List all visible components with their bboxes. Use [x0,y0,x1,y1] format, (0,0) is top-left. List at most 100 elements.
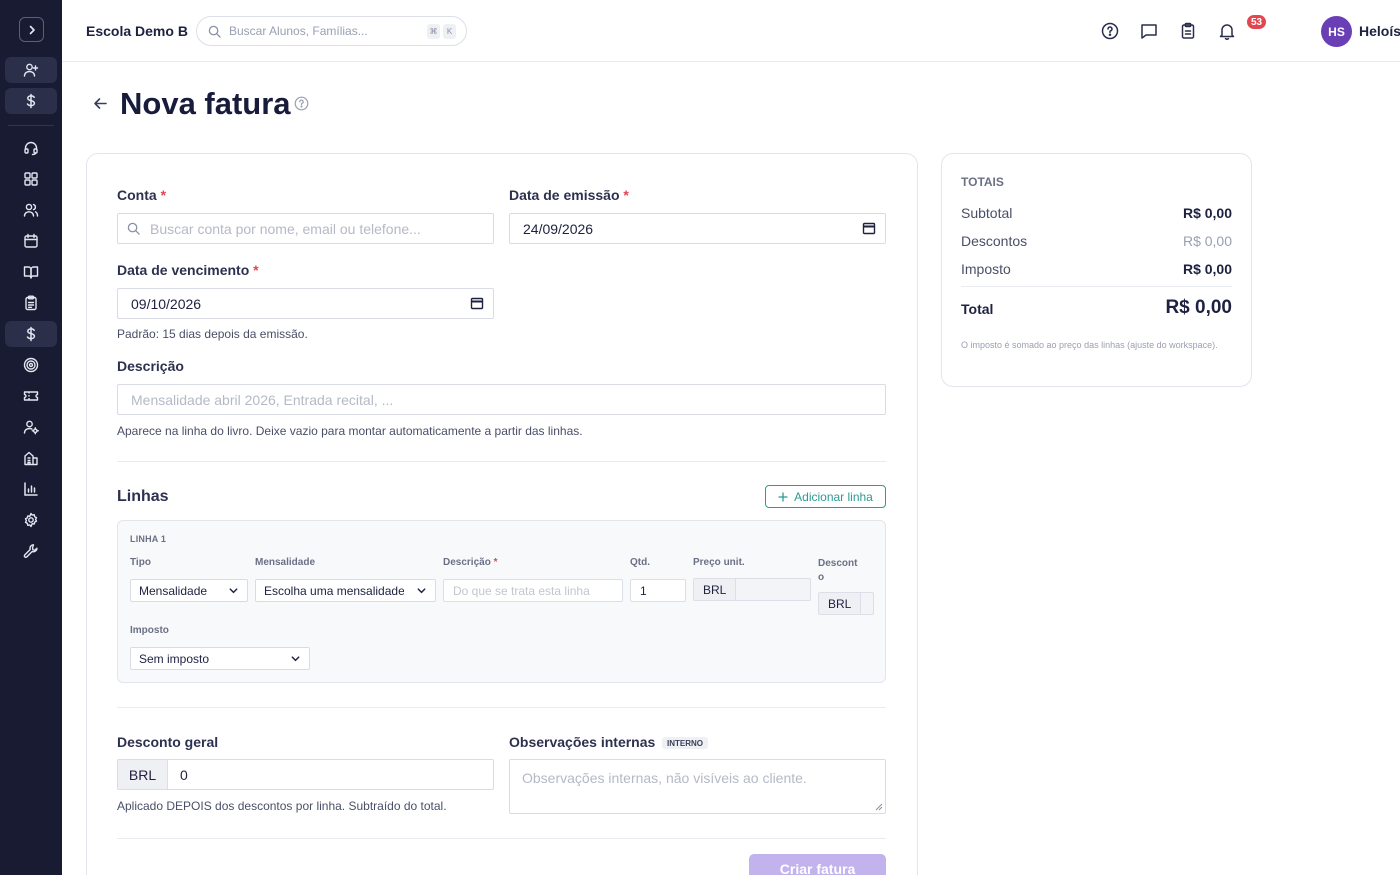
qtd-input[interactable]: 1 [630,579,686,602]
chevron-down-icon [229,588,238,594]
sidebar-item-tasks[interactable] [5,290,57,316]
total-label: Total [961,301,994,317]
user-name[interactable]: Heloísa [1359,23,1400,39]
resize-handle-icon[interactable] [875,803,883,811]
notification-count-badge: 53 [1246,14,1268,30]
desconto-line-label: Descont o [818,558,858,583]
sidebar-item-finance[interactable] [5,321,57,347]
desconto-geral-value: 0 [180,766,188,783]
sidebar-item-goals[interactable] [5,352,57,378]
help-circle-icon [1101,22,1119,40]
emissao-date-input[interactable]: 24/09/2026 [509,213,886,244]
descricao-input[interactable]: Mensalidade abril 2026, Entrada recital,… [117,384,886,415]
sidebar-item-courses[interactable] [5,259,57,285]
obs-label: Observações internas [509,734,656,750]
sidebar-item-tools[interactable] [5,538,57,564]
descricao-placeholder: Mensalidade abril 2026, Entrada recital,… [131,391,394,408]
messages-button[interactable] [1138,20,1160,42]
create-invoice-button[interactable]: Criar fatura [749,854,886,875]
tasks-button[interactable] [1177,20,1199,42]
topbar: Escola Demo B Buscar Alunos, Famílias...… [62,0,1400,62]
page-title: Nova fatura [120,86,291,121]
vencimento-hint: Padrão: 15 dias depois da emissão. [117,327,308,341]
subtotal-value: R$ 0,00 [1182,205,1232,221]
mensalidade-label: Mensalidade [255,557,316,568]
internal-badge: INTERNO [662,737,708,749]
global-search[interactable]: Buscar Alunos, Famílias... ⌘ K [196,16,467,46]
subtotal-label: Subtotal [961,205,1013,221]
book-open-icon [23,266,39,279]
mensalidade-value: Escolha uma mensalidade [264,583,404,598]
line-descricao-placeholder: Do que se trata esta linha [453,583,590,598]
notifications-button[interactable] [1216,20,1238,42]
vencimento-value: 09/10/2026 [131,295,202,312]
plus-icon [778,491,788,502]
mensalidade-select[interactable]: Escolha uma mensalidade [255,579,436,602]
obs-placeholder: Observações internas, não visíveis ao cl… [522,770,807,786]
shortcut-key-cmd: ⌘ [427,24,440,39]
user-avatar[interactable]: HS [1321,16,1352,47]
ticket-icon [23,391,39,401]
sidebar-item-calendar[interactable] [5,228,57,254]
vencimento-label: Data de vencimento * [117,262,259,278]
user-cog-icon [23,420,39,435]
total-value: R$ 0,00 [1165,297,1232,318]
sidebar-item-dashboard[interactable] [5,166,57,192]
wrench-icon [23,544,38,558]
totals-note: O imposto é somado ao preço das linhas (… [961,340,1218,350]
descricao-hint: Aparece na linha do livro. Deixe vazio p… [117,424,583,438]
calendar-icon[interactable] [862,221,876,235]
sidebar-item-tickets[interactable] [5,383,57,409]
qtd-label: Qtd. [630,557,650,568]
preco-input[interactable]: BRL [693,578,811,601]
conta-search-input[interactable]: Buscar conta por nome, email ou telefone… [117,213,494,244]
line-descricao-label: Descrição * [443,557,498,568]
sidebar-item-units[interactable] [5,445,57,471]
linhas-title: Linhas [117,488,169,505]
gear-icon [24,512,38,528]
add-line-button[interactable]: Adicionar linha [765,485,886,508]
help-button[interactable] [1099,20,1121,42]
desconto-geral-input[interactable]: BRL 0 [117,759,494,790]
shortcut-key-k: K [443,24,456,39]
divider [117,461,886,462]
headset-icon [24,141,38,156]
vencimento-date-input[interactable]: 09/10/2026 [117,288,494,319]
dollar-icon [26,326,36,342]
line-descricao-input[interactable]: Do que se trata esta linha [443,579,623,602]
tipo-select[interactable]: Mensalidade [130,579,248,602]
imposto-total-label: Imposto [961,261,1011,277]
clipboard-check-icon [1181,22,1195,39]
desconto-line-input[interactable]: BRL [818,592,874,615]
page-help-button[interactable] [294,96,309,111]
chevron-right-icon [29,25,35,34]
calendar-icon[interactable] [470,296,484,310]
sidebar-expand-button[interactable] [19,17,44,42]
sidebar-item-billing-top[interactable] [5,88,57,114]
emissao-value: 24/09/2026 [523,220,594,237]
descontos-label: Descontos [961,233,1028,249]
back-button[interactable] [92,95,109,112]
sidebar-item-support[interactable] [5,135,57,161]
chevron-down-icon [417,588,426,594]
add-line-label: Adicionar linha [794,489,873,504]
line-title: LINHA 1 [130,534,167,544]
sidebar-item-reports[interactable] [5,476,57,502]
search-icon [127,222,140,235]
sidebar-item-staff[interactable] [5,414,57,440]
obs-textarea[interactable]: Observações internas, não visíveis ao cl… [509,759,886,814]
imposto-label: Imposto [130,625,169,636]
sidebar-item-settings[interactable] [5,507,57,533]
preco-currency: BRL [694,579,737,600]
grid-icon [24,172,38,186]
sidebar-item-people[interactable] [5,197,57,223]
divider [117,707,886,708]
imposto-select[interactable]: Sem imposto [130,647,310,670]
help-circle-icon [294,96,309,111]
emissao-label: Data de emissão * [509,187,629,203]
bar-chart-icon [24,482,38,496]
search-icon [208,25,221,38]
imposto-total-value: R$ 0,00 [1182,261,1232,277]
school-name[interactable]: Escola Demo B [86,23,188,39]
sidebar-item-admissions[interactable] [5,57,57,83]
